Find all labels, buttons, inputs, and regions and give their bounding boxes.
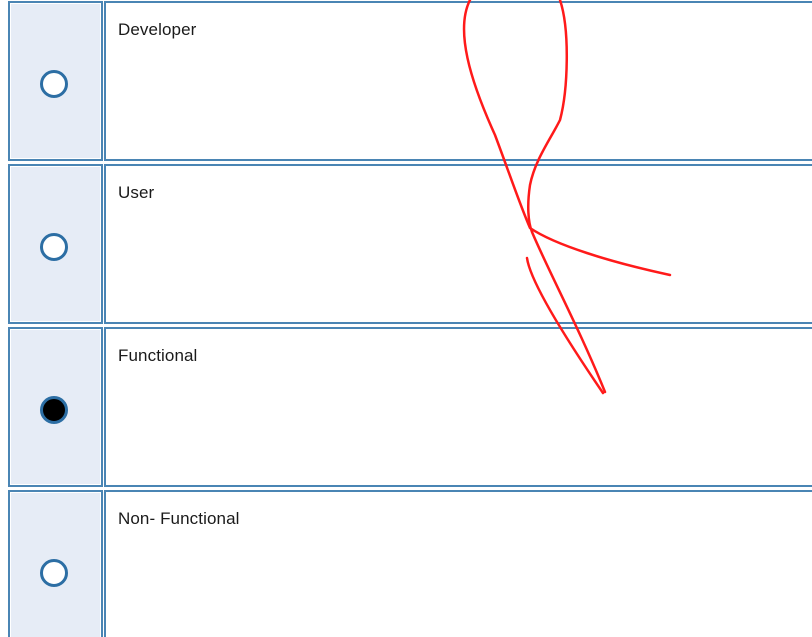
option-label-cell[interactable]: User: [104, 164, 812, 324]
option-label-user: User: [118, 183, 155, 202]
quiz-panel: Developer User Functional Non- Functiona…: [0, 0, 812, 637]
radio-cell[interactable]: [8, 327, 103, 487]
answer-option-non-functional[interactable]: Non- Functional: [8, 490, 812, 637]
radio-cell[interactable]: [8, 164, 103, 324]
radio-button-developer[interactable]: [40, 70, 68, 98]
option-label-cell[interactable]: Developer: [104, 1, 812, 161]
radio-cell[interactable]: [8, 490, 103, 637]
answer-option-functional[interactable]: Functional: [8, 327, 812, 489]
option-label-non-functional: Non- Functional: [118, 509, 240, 528]
radio-button-non-functional[interactable]: [40, 559, 68, 587]
option-label-cell[interactable]: Non- Functional: [104, 490, 812, 637]
option-label-developer: Developer: [118, 20, 197, 39]
option-label-cell[interactable]: Functional: [104, 327, 812, 487]
answer-option-user[interactable]: User: [8, 164, 812, 326]
answer-option-developer[interactable]: Developer: [8, 1, 812, 163]
radio-button-functional[interactable]: [40, 396, 68, 424]
answer-options-list: Developer User Functional Non- Functiona…: [8, 1, 812, 637]
radio-cell[interactable]: [8, 1, 103, 161]
radio-button-user[interactable]: [40, 233, 68, 261]
option-label-functional: Functional: [118, 346, 198, 365]
